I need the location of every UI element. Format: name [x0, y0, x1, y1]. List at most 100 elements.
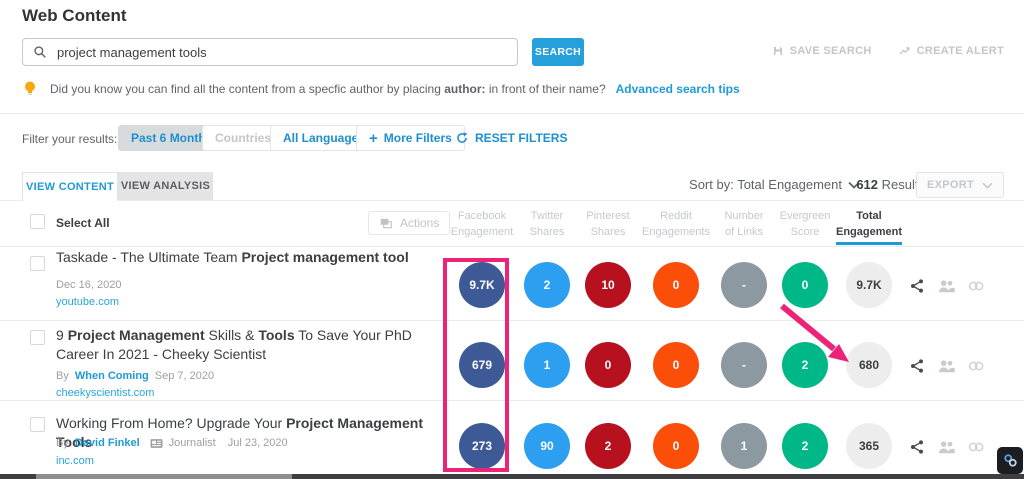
row-checkbox[interactable] — [30, 256, 45, 271]
row-meta: Dec 16, 2020 — [56, 279, 121, 291]
results-count: 612 Results — [856, 177, 925, 192]
row-title[interactable]: 9 Project Management Skills & Tools To S… — [56, 326, 458, 364]
pinterest-shares-value: 2 — [585, 423, 631, 469]
select-all-checkbox[interactable] — [30, 214, 45, 229]
search-box[interactable] — [22, 38, 518, 66]
share-icon[interactable] — [908, 357, 925, 374]
backlinks-icon[interactable] — [968, 357, 985, 374]
total-engagement-value: 680 — [846, 342, 892, 388]
number-of-links-value: 1 — [721, 423, 767, 469]
more-filters-label: More Filters — [384, 131, 452, 145]
facebook-engagement-value: 9.7K — [459, 262, 505, 308]
column-header-reddit[interactable]: RedditEngagements — [640, 208, 712, 240]
trending-arrow-icon — [898, 45, 911, 57]
chevron-down-icon — [982, 182, 993, 189]
reset-icon — [455, 131, 469, 145]
by-label: By — [56, 437, 69, 449]
author-link[interactable]: David Finkel — [75, 437, 140, 449]
row-actions — [908, 357, 985, 374]
search-icon — [33, 45, 47, 59]
sharers-icon[interactable] — [938, 438, 955, 455]
reddit-engagements-value: 0 — [653, 262, 699, 308]
sort-by-label: Sort by: Total Engagement — [689, 177, 842, 192]
create-alert-label: CREATE ALERT — [917, 45, 1004, 57]
row-domain-link[interactable]: youtube.com — [56, 296, 119, 308]
web-content-page: Web Content SEARCH SAVE SEARCH CREATE AL… — [0, 0, 1024, 479]
row-meta: By When Coming Sep 7, 2020 — [56, 370, 214, 382]
select-all-label: Select All — [56, 216, 110, 230]
by-label: By — [56, 370, 69, 382]
link-extension-badge[interactable] — [997, 447, 1023, 474]
chain-link-icon — [1003, 453, 1018, 468]
author-link[interactable]: When Coming — [75, 370, 149, 382]
column-header-pinterest[interactable]: PinterestShares — [572, 208, 644, 240]
facebook-engagement-value: 273 — [459, 423, 505, 469]
export-button[interactable]: EXPORT — [916, 172, 1004, 198]
number-of-links-value: - — [721, 262, 767, 308]
row-date: Dec 16, 2020 — [56, 279, 121, 291]
tab-view-content[interactable]: VIEW CONTENT — [22, 172, 118, 201]
create-alert-button[interactable]: CREATE ALERT — [898, 45, 1004, 57]
row-actions — [908, 438, 985, 455]
export-label: EXPORT — [927, 179, 974, 191]
total-engagement-value: 365 — [846, 423, 892, 469]
twitter-shares-value: 1 — [524, 342, 570, 388]
evergreen-score-value: 2 — [782, 342, 828, 388]
row-title[interactable]: Taskade - The Ultimate Team Project mana… — [56, 248, 458, 267]
row-divider — [0, 320, 1024, 321]
tip-text: Did you know you can find all the conten… — [50, 82, 606, 96]
table-header-border — [0, 246, 1024, 247]
search-button[interactable]: SEARCH — [532, 38, 584, 66]
author-role: Journalist — [169, 437, 216, 449]
share-icon[interactable] — [908, 277, 925, 294]
column-header-total-engagement[interactable]: TotalEngagement — [833, 208, 905, 240]
row-actions — [908, 277, 985, 294]
row-date: Jul 23, 2020 — [228, 437, 288, 449]
header-divider — [0, 113, 1024, 114]
actions-button[interactable]: Actions — [368, 211, 450, 235]
filter-results-label: Filter your results: — [22, 132, 117, 146]
more-filters-button[interactable]: + More Filters — [356, 125, 465, 151]
row-divider — [0, 400, 1024, 401]
pinterest-shares-value: 10 — [585, 262, 631, 308]
number-of-links-value: - — [721, 342, 767, 388]
save-search-button[interactable]: SAVE SEARCH — [772, 45, 872, 57]
share-icon[interactable] — [908, 438, 925, 455]
table-top-border — [0, 200, 1024, 201]
advanced-search-tips-link[interactable]: Advanced search tips — [616, 82, 740, 96]
page-title: Web Content — [22, 6, 127, 26]
evergreen-score-value: 2 — [782, 423, 828, 469]
evergreen-score-value: 0 — [782, 262, 828, 308]
row-checkbox[interactable] — [30, 330, 45, 345]
row-checkbox[interactable] — [30, 417, 45, 432]
row-domain-link[interactable]: inc.com — [56, 455, 94, 467]
scrollbar-thumb[interactable] — [36, 474, 292, 479]
reddit-engagements-value: 0 — [653, 342, 699, 388]
twitter-shares-value: 2 — [524, 262, 570, 308]
horizontal-scrollbar[interactable] — [0, 474, 1024, 479]
pinterest-shares-value: 0 — [585, 342, 631, 388]
total-engagement-value: 9.7K — [846, 262, 892, 308]
search-input[interactable] — [57, 45, 507, 60]
actions-label: Actions — [400, 216, 439, 230]
row-domain-link[interactable]: cheekyscientist.com — [56, 387, 154, 399]
plus-icon: + — [369, 131, 378, 146]
row-meta: By David Finkel Journalist Jul 23, 2020 — [56, 437, 288, 449]
tip-row: Did you know you can find all the conten… — [24, 81, 740, 97]
twitter-shares-value: 90 — [524, 423, 570, 469]
sharers-icon[interactable] — [938, 277, 955, 294]
save-icon — [772, 45, 784, 57]
sort-by-dropdown[interactable]: Sort by: Total Engagement — [689, 177, 860, 192]
active-sort-underline — [836, 242, 902, 245]
backlinks-icon[interactable] — [968, 277, 985, 294]
sharers-icon[interactable] — [938, 357, 955, 374]
column-header-facebook[interactable]: FacebookEngagement — [446, 208, 518, 240]
save-search-label: SAVE SEARCH — [790, 45, 872, 57]
tab-view-analysis[interactable]: VIEW ANALYSIS — [118, 172, 213, 200]
reset-filters-label: RESET FILTERS — [475, 131, 567, 145]
reset-filters-button[interactable]: RESET FILTERS — [455, 125, 567, 151]
reddit-engagements-value: 0 — [653, 423, 699, 469]
backlinks-icon[interactable] — [968, 438, 985, 455]
column-header-evergreen[interactable]: EvergreenScore — [769, 208, 841, 240]
journalist-badge-icon — [150, 438, 163, 449]
